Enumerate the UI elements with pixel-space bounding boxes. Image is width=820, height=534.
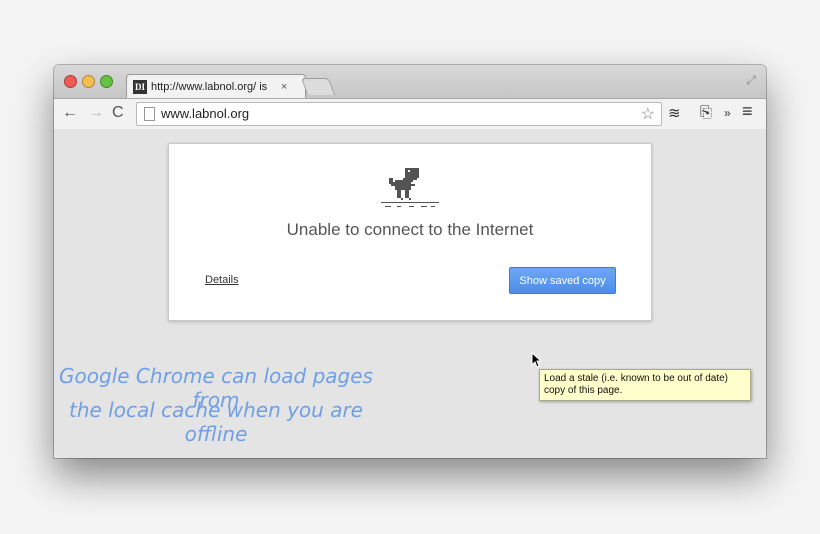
caption-line-2: the local cache when you are offline [69,398,363,446]
fullscreen-icon[interactable]: ⤢ [746,73,756,88]
new-tab-button[interactable] [300,78,336,95]
error-card: Unable to connect to the Internet Detail… [168,143,652,321]
title-bar: DI http://www.labnol.org/ is × ⤢ [54,65,766,99]
forward-arrow-icon[interactable]: → [88,104,104,122]
page-icon [144,107,155,121]
details-link[interactable]: Details [205,274,239,286]
mouse-pointer-icon [531,352,543,368]
tab-close-icon[interactable]: × [281,81,287,93]
reload-icon[interactable]: C [112,104,124,122]
url-text[interactable]: www.labnol.org [161,106,249,121]
back-arrow-icon[interactable]: ← [62,104,78,122]
menu-icon[interactable]: ≡ [742,101,753,122]
extensions-overflow-icon[interactable]: » [724,106,731,120]
tab-title: http://www.labnol.org/ is [151,81,268,93]
address-bar[interactable]: www.labnol.org ☆ [136,102,662,126]
lock-extension-icon[interactable]: ⎘ [700,104,712,121]
close-window-button[interactable] [64,75,77,88]
browser-toolbar: ← → C www.labnol.org ☆ ≋ ⎘ » ≡ [54,98,766,130]
bookmark-star-icon[interactable]: ☆ [641,104,655,124]
buffer-extension-icon[interactable]: ≋ [668,104,681,122]
browser-tab[interactable]: DI http://www.labnol.org/ is × [126,74,306,99]
favicon-icon: DI [133,80,147,94]
minimize-window-button[interactable] [82,75,95,88]
error-headline: Unable to connect to the Internet [286,220,534,239]
show-saved-copy-button[interactable]: Show saved copy [509,267,616,294]
button-tooltip: Load a stale (i.e. known to be out of da… [539,369,751,401]
zoom-window-button[interactable] [100,75,113,88]
dinosaur-icon [381,168,439,207]
